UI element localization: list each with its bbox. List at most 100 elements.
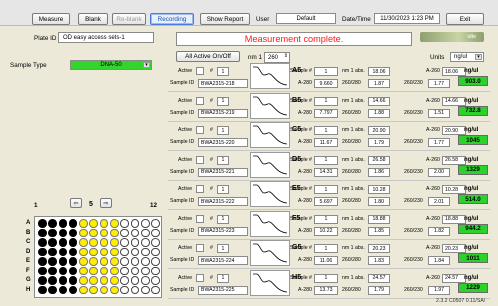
plate-well[interactable] bbox=[151, 247, 160, 257]
plate-well[interactable] bbox=[79, 238, 88, 247]
units-select[interactable]: ng/ul ▾ bbox=[450, 52, 484, 62]
plate-well[interactable] bbox=[79, 266, 88, 276]
active-checkbox[interactable] bbox=[196, 185, 204, 193]
user-field[interactable]: Default bbox=[276, 13, 336, 24]
plate-well[interactable] bbox=[38, 276, 47, 285]
plate-well[interactable] bbox=[58, 247, 68, 257]
position-field[interactable]: 1 bbox=[217, 185, 229, 194]
sample-type-select[interactable]: DNA-50 ▾ bbox=[70, 60, 152, 70]
plate-well[interactable] bbox=[120, 247, 129, 257]
plate-well[interactable] bbox=[89, 247, 99, 257]
plate-well[interactable] bbox=[38, 247, 47, 257]
plate-well[interactable] bbox=[120, 228, 129, 238]
plate-well[interactable] bbox=[48, 228, 57, 238]
plate-well[interactable] bbox=[48, 266, 57, 276]
plate-well[interactable] bbox=[48, 247, 57, 257]
blank-button[interactable]: Blank bbox=[78, 13, 108, 25]
plate-well[interactable] bbox=[130, 266, 140, 276]
plate-well[interactable] bbox=[140, 219, 150, 228]
plate-well[interactable] bbox=[89, 219, 99, 228]
plate-well[interactable] bbox=[48, 276, 57, 285]
position-field[interactable]: 1 bbox=[217, 67, 229, 76]
active-checkbox[interactable] bbox=[196, 214, 204, 223]
plate-well[interactable] bbox=[120, 238, 129, 247]
plate-well[interactable] bbox=[110, 247, 119, 257]
plate-well[interactable] bbox=[99, 228, 109, 238]
plate-well[interactable] bbox=[89, 276, 99, 285]
plate-well[interactable] bbox=[79, 247, 88, 257]
plate-well[interactable] bbox=[79, 257, 88, 266]
plate-well[interactable] bbox=[140, 228, 150, 238]
plate-well[interactable] bbox=[68, 285, 78, 295]
plate-well[interactable] bbox=[120, 219, 129, 228]
plate-well[interactable] bbox=[48, 285, 57, 295]
reblank-button[interactable]: Re-blank bbox=[112, 13, 146, 25]
plate-well[interactable] bbox=[110, 266, 119, 276]
measure-button[interactable]: Measure bbox=[32, 13, 70, 25]
plate-well[interactable] bbox=[140, 276, 150, 285]
recording-button[interactable]: Recording bbox=[150, 13, 194, 25]
plate-well[interactable] bbox=[130, 285, 140, 295]
plate-well[interactable] bbox=[99, 219, 109, 228]
plate-well[interactable] bbox=[48, 257, 57, 266]
plate-well[interactable] bbox=[130, 247, 140, 257]
sample-id-field[interactable]: BWA2315-220 bbox=[198, 138, 248, 147]
plate-well[interactable] bbox=[120, 276, 129, 285]
plate-id-field[interactable]: OD easy access sets-1 bbox=[58, 32, 154, 43]
plate-well[interactable] bbox=[151, 238, 160, 247]
plate-well[interactable] bbox=[58, 266, 68, 276]
plate-well[interactable] bbox=[151, 228, 160, 238]
plate-well[interactable] bbox=[99, 285, 109, 295]
plate-well[interactable] bbox=[89, 285, 99, 295]
plate-well[interactable] bbox=[79, 219, 88, 228]
plate-well[interactable] bbox=[68, 228, 78, 238]
plate-well[interactable] bbox=[99, 266, 109, 276]
plate-well[interactable] bbox=[140, 238, 150, 247]
plate-well[interactable] bbox=[48, 219, 57, 228]
all-active-toggle-button[interactable]: All Active On/Off bbox=[176, 51, 240, 62]
plate-well[interactable] bbox=[140, 285, 150, 295]
plate-well[interactable] bbox=[48, 238, 57, 247]
plate-well[interactable] bbox=[99, 238, 109, 247]
sample-number-field[interactable]: 1 bbox=[314, 244, 338, 253]
plate-well[interactable] bbox=[130, 219, 140, 228]
next-column-button[interactable]: ⇨ bbox=[100, 198, 112, 208]
position-field[interactable]: 1 bbox=[217, 214, 229, 224]
prev-column-button[interactable]: ⇦ bbox=[70, 198, 82, 208]
sample-number-field[interactable]: 1 bbox=[314, 273, 338, 283]
plate-well[interactable] bbox=[110, 257, 119, 266]
sample-id-field[interactable]: BWA2315-222 bbox=[198, 197, 248, 206]
sample-number-field[interactable]: 1 bbox=[314, 185, 338, 194]
sample-number-field[interactable]: 1 bbox=[314, 126, 338, 135]
sample-id-field[interactable]: BWA2315-221 bbox=[198, 167, 248, 177]
plate-well[interactable] bbox=[151, 219, 160, 228]
plate-well[interactable] bbox=[79, 228, 88, 238]
plate-well[interactable] bbox=[130, 276, 140, 285]
plate-well[interactable] bbox=[68, 266, 78, 276]
plate-well[interactable] bbox=[130, 257, 140, 266]
plate-well[interactable] bbox=[151, 266, 160, 276]
plate-well[interactable] bbox=[151, 257, 160, 266]
sample-number-field[interactable]: 1 bbox=[314, 96, 338, 106]
plate-well[interactable] bbox=[68, 238, 78, 247]
plate-well[interactable] bbox=[130, 228, 140, 238]
sample-number-field[interactable]: 1 bbox=[314, 214, 338, 224]
plate-well[interactable] bbox=[110, 276, 119, 285]
sample-number-field[interactable]: 1 bbox=[314, 67, 338, 76]
sample-number-field[interactable]: 1 bbox=[314, 155, 338, 165]
plate-well[interactable] bbox=[99, 247, 109, 257]
position-field[interactable]: 1 bbox=[217, 96, 229, 106]
plate-well[interactable] bbox=[58, 228, 68, 238]
plate-well[interactable] bbox=[38, 238, 47, 247]
plate-well[interactable] bbox=[99, 257, 109, 266]
plate-well[interactable] bbox=[89, 228, 99, 238]
plate-well[interactable] bbox=[89, 266, 99, 276]
plate-well[interactable] bbox=[130, 238, 140, 247]
plate-well[interactable] bbox=[89, 238, 99, 247]
plate-well[interactable] bbox=[58, 219, 68, 228]
sample-id-field[interactable]: BWA2315-224 bbox=[198, 256, 248, 265]
plate-well[interactable] bbox=[140, 247, 150, 257]
plate-well[interactable] bbox=[151, 285, 160, 295]
plate-well[interactable] bbox=[140, 266, 150, 276]
exit-button[interactable]: Exit bbox=[446, 13, 484, 25]
